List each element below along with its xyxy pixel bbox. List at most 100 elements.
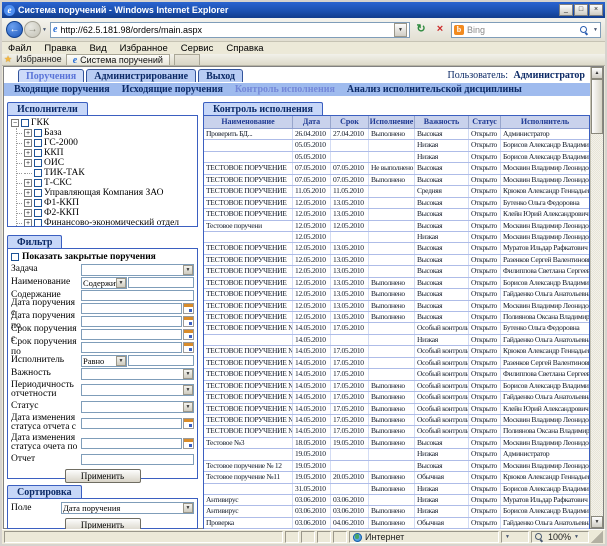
filter-select[interactable]: ▼ — [81, 264, 194, 276]
filter-select[interactable]: ▼ — [81, 401, 194, 413]
app-tab[interactable]: Администрирование — [86, 69, 196, 82]
scroll-up-icon[interactable]: ▲ — [591, 67, 603, 79]
calendar-icon[interactable] — [183, 316, 194, 327]
scroll-down-icon[interactable]: ▼ — [591, 516, 603, 528]
new-tab-button[interactable] — [174, 54, 200, 65]
tree-node[interactable]: ТИК-ТАК — [17, 168, 197, 178]
dropdown-arrow-icon[interactable]: ▼ — [183, 369, 193, 379]
table-row[interactable]: ТЕСТОВОЕ ПОРУЧЕНИЕ №214.05.201017.05.201… — [204, 426, 589, 437]
forward-button[interactable]: → — [24, 21, 41, 38]
tree-node[interactable]: −ГКК — [11, 118, 197, 128]
menu-item[interactable]: Файл — [8, 43, 31, 54]
calendar-icon[interactable] — [183, 418, 194, 429]
favorites-label[interactable]: Избранное — [16, 54, 62, 65]
table-row[interactable]: Тестовое поручени12.05.201012.05.2010Выс… — [204, 221, 589, 232]
scrollbar-thumb[interactable] — [591, 79, 603, 134]
tree-node[interactable]: +База — [17, 128, 197, 138]
maximize-button[interactable]: □ — [574, 4, 588, 16]
table-row[interactable]: Тестовое №318.05.201019.05.2010Выполнено… — [204, 438, 589, 449]
app-tab[interactable]: Выход — [198, 69, 243, 82]
zoom-dropdown-icon[interactable]: ▼ — [574, 534, 579, 540]
calendar-icon[interactable] — [183, 329, 194, 340]
tree-checkbox[interactable] — [34, 149, 42, 157]
menu-item[interactable]: Правка — [44, 43, 76, 54]
filter-select[interactable]: Равно▼ — [81, 355, 127, 367]
status-dropdown-icon[interactable]: ▼ — [505, 534, 510, 540]
tree-node[interactable]: +ОИС — [17, 158, 197, 168]
table-row[interactable]: ТЕСТОВОЕ ПОРУЧЕНИЕ №214.05.201017.05.201… — [204, 381, 589, 392]
history-dropdown-icon[interactable]: ▼ — [42, 27, 47, 33]
filter-select[interactable]: ▼ — [81, 368, 194, 380]
filter-select[interactable]: Содержит▼ — [81, 277, 127, 289]
expand-icon[interactable]: + — [24, 199, 32, 207]
back-button[interactable]: ← — [6, 21, 23, 38]
menu-item[interactable]: Справка — [226, 43, 263, 54]
filter-input[interactable] — [128, 355, 194, 366]
menu-item[interactable]: Вид — [89, 43, 106, 54]
expand-icon[interactable]: + — [24, 129, 32, 137]
table-row[interactable]: ТЕСТОВОЕ ПОРУЧЕНИЕ12.05.201013.05.2010Вы… — [204, 289, 589, 300]
submenu-item[interactable]: Входящие поручения — [8, 83, 116, 96]
favorites-star-icon[interactable]: ★ — [4, 54, 12, 65]
search-input[interactable]: b Bing ▼ — [451, 22, 601, 38]
table-row[interactable]: ТЕСТОВОЕ ПОРУЧЕНИЕ №214.05.201017.05.201… — [204, 369, 589, 380]
dropdown-arrow-icon[interactable]: ▼ — [183, 402, 193, 412]
table-row[interactable]: ТЕСТОВОЕ ПОРУЧЕНИЕ12.05.201013.05.2010Вы… — [204, 278, 589, 289]
table-row[interactable]: 12.05.2010НизкаяОткрытоМосквин Владимир … — [204, 232, 589, 243]
calendar-icon[interactable] — [183, 342, 194, 353]
table-row[interactable]: ТЕСТОВОЕ ПОРУЧЕНИЕ12.05.201013.05.2010Вы… — [204, 198, 589, 209]
expand-icon[interactable]: + — [24, 219, 32, 227]
table-row[interactable]: 31.05.2010ВыполненоНизкаяОткрытоБорисов … — [204, 484, 589, 495]
tree-checkbox[interactable] — [34, 129, 42, 137]
submenu-item[interactable]: Анализ исполнительской дисциплины — [341, 83, 528, 96]
date-input[interactable] — [81, 303, 182, 314]
expand-icon[interactable]: + — [24, 139, 32, 147]
column-header[interactable]: Важность — [414, 116, 468, 128]
show-closed-checkbox[interactable] — [11, 253, 19, 261]
table-row[interactable]: 14.05.2010НизкаяОткрытоГайдаенко Ольга А… — [204, 335, 589, 346]
table-row[interactable]: ТЕСТОВОЕ ПОРУЧЕНИЕ12.05.201013.05.2010Вы… — [204, 243, 589, 254]
table-row[interactable]: ТЕСТОВОЕ ПОРУЧЕНИЕ №214.05.201017.05.201… — [204, 358, 589, 369]
menu-item[interactable]: Избранное — [120, 43, 168, 54]
menu-item[interactable]: Сервис — [181, 43, 214, 54]
table-row[interactable]: ТЕСТОВОЕ ПОРУЧЕНИЕ07.05.201007.05.2010Не… — [204, 163, 589, 174]
expand-icon[interactable]: + — [24, 209, 32, 217]
sort-field-select[interactable]: Дата поручения ▼ — [61, 502, 194, 514]
tree-node[interactable]: +ККП — [17, 148, 197, 158]
tree-checkbox[interactable] — [34, 219, 42, 227]
dropdown-arrow-icon[interactable]: ▼ — [183, 265, 193, 275]
search-icon[interactable] — [580, 26, 588, 34]
tree-checkbox[interactable] — [34, 169, 42, 177]
tree-node[interactable]: +Ф1-ККП — [17, 198, 197, 208]
table-row[interactable]: ТЕСТОВОЕ ПОРУЧЕНИЕ №214.05.201017.05.201… — [204, 346, 589, 357]
refresh-button[interactable]: ↻ — [413, 22, 429, 38]
table-row[interactable]: ТЕСТОВОЕ ПОРУЧЕНИЕ №214.05.201017.05.201… — [204, 392, 589, 403]
tree-checkbox[interactable] — [34, 199, 42, 207]
date-input[interactable] — [81, 438, 182, 449]
table-row[interactable]: ТЕСТОВОЕ ПОРУЧЕНИЕ12.05.201013.05.2010Вы… — [204, 266, 589, 277]
table-row[interactable]: ТЕСТОВОЕ ПОРУЧЕНИЕ07.05.201007.05.2010Вы… — [204, 175, 589, 186]
zoom-control[interactable]: 100% ▼ — [531, 531, 589, 543]
expand-icon[interactable]: + — [24, 149, 32, 157]
filter-input[interactable] — [81, 454, 194, 465]
column-header[interactable]: Наименование — [204, 116, 292, 128]
column-header[interactable]: Дата — [292, 116, 330, 128]
dropdown-arrow-icon[interactable]: ▼ — [116, 356, 126, 366]
search-dropdown-icon[interactable]: ▼ — [593, 27, 598, 33]
column-header[interactable]: Статус — [468, 116, 500, 128]
tree-checkbox[interactable] — [34, 209, 42, 217]
close-button[interactable]: × — [589, 4, 603, 16]
filter-input[interactable] — [81, 290, 194, 301]
date-input[interactable] — [81, 418, 182, 429]
date-input[interactable] — [81, 316, 182, 327]
tree-node[interactable]: +Ф2-ККП — [17, 208, 197, 218]
dropdown-arrow-icon[interactable]: ▼ — [183, 385, 193, 395]
minimize-button[interactable]: _ — [559, 4, 573, 16]
dropdown-arrow-icon[interactable]: ▼ — [116, 278, 126, 288]
table-row[interactable]: ТЕСТОВОЕ ПОРУЧЕНИЕ №214.05.201017.05.201… — [204, 404, 589, 415]
tree-checkbox[interactable] — [21, 119, 29, 127]
address-input[interactable]: e http://62.5.181.98/orders/main.aspx ▼ — [50, 22, 410, 38]
collapse-icon[interactable]: − — [11, 119, 19, 127]
table-row[interactable]: 19.05.2010НизкаяОткрытоАдминистратор — [204, 449, 589, 460]
filter-select[interactable]: ▼ — [81, 384, 194, 396]
